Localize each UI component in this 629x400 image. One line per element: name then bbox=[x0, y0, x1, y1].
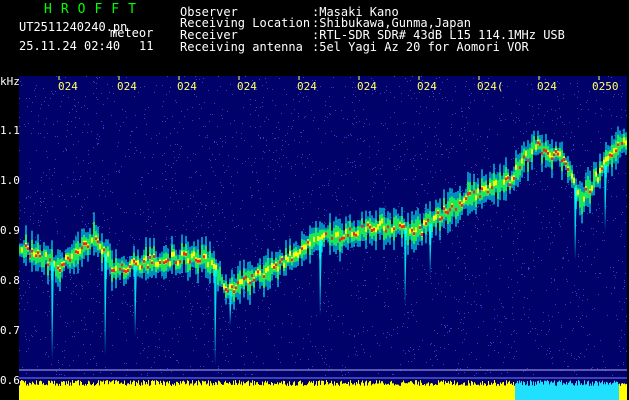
y-tick-0-6: 0.6 bbox=[0, 374, 20, 387]
antenna-label: Receiving antenna bbox=[180, 40, 303, 54]
x-tick-3: 024 bbox=[177, 80, 197, 93]
doppler-trace-red bbox=[25, 141, 623, 294]
power-bar-alt bbox=[515, 380, 619, 400]
x-tick-1: 024 bbox=[58, 80, 78, 93]
app-title: HROFFT bbox=[44, 2, 145, 17]
y-tick-1-1: 1.1 bbox=[0, 124, 20, 137]
antenna-value: :5el Yagi Az 20 for Aomori VOR bbox=[312, 40, 529, 54]
x-tick-9: 024 bbox=[537, 80, 557, 93]
doppler-trace-cyan bbox=[19, 126, 627, 310]
y-tick-0-8: 0.8 bbox=[0, 274, 20, 287]
count-label: 11 bbox=[139, 39, 154, 53]
x-tick-2: 024 bbox=[117, 80, 137, 93]
date-time: 25.11.24 02:40 bbox=[19, 39, 121, 53]
spectrogram-canvas bbox=[19, 76, 627, 400]
x-tick-7: 024 bbox=[417, 80, 437, 93]
y-tick-0-9: 0.9 bbox=[0, 224, 20, 237]
mode-label: meteor bbox=[110, 26, 154, 40]
y-tick-1-0: 1.0 bbox=[0, 174, 20, 187]
x-tick-5: 024 bbox=[297, 80, 317, 93]
y-tick-0-7: 0.7 bbox=[0, 324, 20, 337]
spectrogram bbox=[19, 76, 627, 400]
x-tick-10: 0250 bbox=[592, 80, 619, 93]
spectrogram-panel bbox=[19, 76, 627, 400]
x-tick-6: 024 bbox=[357, 80, 377, 93]
doppler-trace-green bbox=[19, 134, 627, 302]
y-unit-label: kHz bbox=[0, 75, 20, 88]
x-tick-8: 024( bbox=[477, 80, 504, 93]
x-tick-4: 024 bbox=[237, 80, 257, 93]
x-tick-marks bbox=[58, 76, 600, 80]
